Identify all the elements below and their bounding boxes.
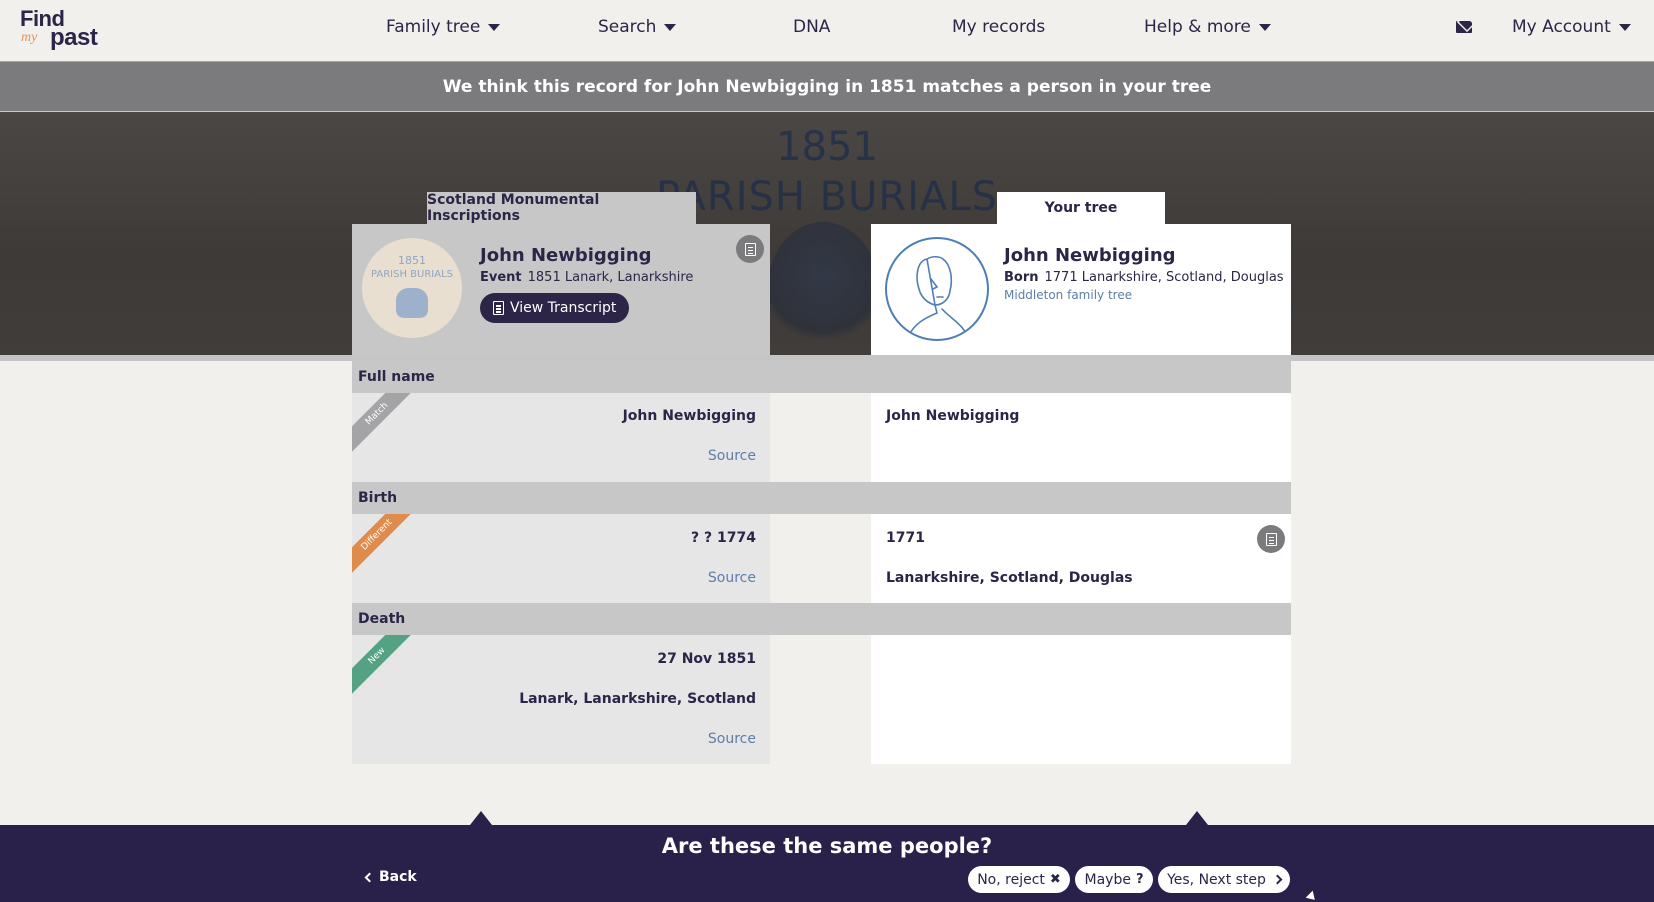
record-card: 1851 PARISH BURIALS John Newbigging Even… (352, 224, 770, 355)
tree-pointer-arrow (1186, 811, 1208, 825)
question-mark-icon: ? (1135, 872, 1144, 887)
tree-born-value: 1771 Lanarkshire, Scotland, Douglas (1044, 270, 1284, 285)
section-header-death: Death (352, 603, 1291, 635)
nav-dna-label: DNA (793, 17, 831, 37)
top-navigation: Find my past Family tree Search DNA My r… (0, 0, 1654, 61)
hero-subtitle-text: PARISH BURIALS (655, 174, 999, 220)
person-avatar (885, 237, 989, 341)
caret-down-icon (664, 23, 677, 31)
full-name-source-link[interactable]: Source (708, 448, 756, 464)
findmypast-logo[interactable]: Find my past (20, 6, 110, 52)
nav-family-tree[interactable]: Family tree (386, 17, 501, 37)
death-source-link[interactable]: Source (708, 731, 756, 747)
nav-my-account-label: My Account (1512, 17, 1611, 37)
reject-label: No, reject (977, 871, 1045, 888)
tree-birth-date: 1771 (886, 530, 925, 546)
record-thumbnail: 1851 PARISH BURIALS (362, 238, 462, 338)
yes-next-step-button[interactable]: Yes, Next step (1158, 866, 1290, 893)
section-title-full-name: Full name (358, 369, 435, 385)
hero-year-text: 1851 (776, 124, 878, 170)
section-header-birth: Birth (352, 482, 1291, 514)
match-banner-text: We think this record for John Newbigging… (442, 76, 1212, 97)
record-death-place: Lanark, Lanarkshire, Scotland (519, 691, 756, 707)
tree-born-line: Born 1771 Lanarkshire, Scotland, Douglas (1004, 270, 1284, 285)
family-tree-link[interactable]: Middleton family tree (1004, 288, 1132, 302)
nav-my-account[interactable]: My Account (1512, 17, 1631, 37)
tree-birth-place: Lanarkshire, Scotland, Douglas (886, 570, 1133, 586)
document-icon (744, 242, 756, 256)
section-title-death: Death (358, 611, 406, 627)
back-label: Back (379, 869, 417, 885)
match-badge: Match (352, 393, 416, 453)
record-person-name: John Newbigging (480, 245, 652, 266)
close-icon: ✖ (1049, 872, 1061, 887)
envelope-icon[interactable] (1456, 21, 1472, 33)
caret-down-icon (1618, 23, 1631, 31)
logo-past-text: past (50, 24, 98, 51)
chevron-right-icon (1272, 874, 1283, 885)
record-death-date: 27 Nov 1851 (657, 651, 756, 667)
yes-next-step-label: Yes, Next step (1167, 871, 1266, 888)
record-details-button[interactable] (736, 235, 764, 263)
tree-person-name: John Newbigging (1004, 245, 1176, 266)
view-transcript-button[interactable]: View Transcript (480, 293, 630, 323)
record-event-value: 1851 Lanark, Lanarkshire (527, 270, 694, 285)
nav-my-records[interactable]: My records (952, 17, 1045, 37)
tree-person-card: John Newbigging Born 1771 Lanarkshire, Sc… (871, 224, 1291, 355)
tab-record-source-label: Scotland Monumental Inscriptions (427, 192, 600, 224)
nav-family-tree-label: Family tree (386, 17, 481, 37)
record-death-cell: New 27 Nov 1851 Lanark, Lanarkshire, Sco… (352, 635, 770, 764)
back-button[interactable]: Back (364, 869, 417, 885)
nav-my-records-label: My records (952, 17, 1046, 37)
logo-my-text: my (21, 30, 38, 45)
thumbnail-year: 1851 (398, 254, 426, 267)
tab-your-tree: Your tree (997, 192, 1165, 224)
different-badge: Different (352, 514, 416, 574)
caret-down-icon (488, 23, 501, 31)
maybe-button[interactable]: Maybe ? (1075, 866, 1153, 893)
record-event-label: Event (480, 270, 522, 285)
tab-record-source: Scotland Monumental Inscriptions (427, 192, 696, 224)
reject-button[interactable]: No, reject ✖ (968, 866, 1070, 893)
thumbnail-title: PARISH BURIALS (370, 269, 453, 280)
nav-search-label: Search (598, 17, 657, 37)
tree-full-name-value: John Newbigging (886, 408, 1020, 424)
tree-full-name-cell: John Newbigging (871, 393, 1291, 482)
birth-source-document-button[interactable] (1257, 525, 1285, 553)
nav-dna[interactable]: DNA (793, 17, 830, 37)
section-title-birth: Birth (358, 490, 398, 506)
tree-death-cell (871, 635, 1291, 764)
same-people-question: Are these the same people? (661, 834, 993, 858)
tree-born-label: Born (1004, 270, 1039, 285)
new-badge: New (352, 635, 416, 695)
birth-source-link[interactable]: Source (708, 570, 756, 586)
view-transcript-label: View Transcript (510, 300, 617, 316)
caret-down-icon (1258, 23, 1271, 31)
person-silhouette-icon (908, 255, 968, 336)
document-icon (1265, 532, 1277, 546)
royal-crest-icon (768, 222, 878, 352)
tab-your-tree-label: Your tree (1044, 200, 1118, 216)
maybe-label: Maybe (1084, 871, 1131, 888)
nav-search[interactable]: Search (598, 17, 677, 37)
chevron-left-icon (364, 872, 375, 882)
hero-record-image: 1851 PARISH BURIALS (0, 112, 1654, 355)
record-full-name-value: John Newbigging (622, 408, 756, 424)
record-event-line: Event 1851 Lanark, Lanarkshire (480, 270, 693, 285)
record-birth-cell: Different ? ? 1774 Source (352, 514, 770, 603)
tree-birth-cell: 1771 Lanarkshire, Scotland, Douglas (871, 514, 1291, 603)
record-full-name-cell: Match John Newbigging Source (352, 393, 770, 482)
document-icon (493, 301, 504, 315)
record-pointer-arrow (470, 811, 492, 825)
nav-help-more-label: Help & more (1144, 17, 1251, 37)
crest-icon (396, 288, 428, 318)
section-header-full-name: Full name (352, 361, 1291, 393)
nav-help-more[interactable]: Help & more (1144, 17, 1271, 37)
match-banner: We think this record for John Newbigging… (0, 61, 1654, 112)
record-birth-value: ? ? 1774 (691, 530, 756, 546)
